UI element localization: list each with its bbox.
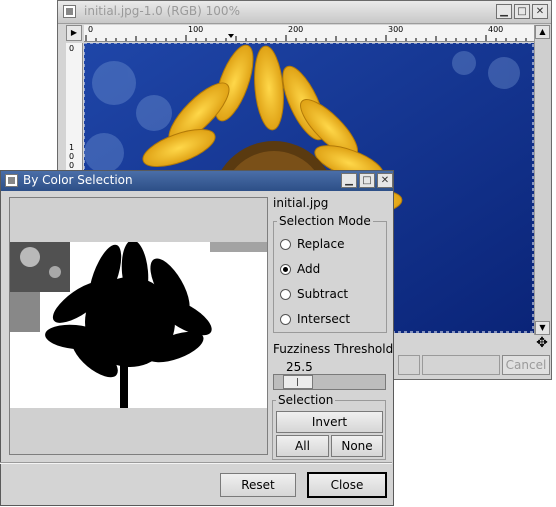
selection-mask-preview bbox=[10, 242, 267, 408]
select-none-button[interactable]: None bbox=[331, 435, 383, 457]
selection-mode-legend: Selection Mode bbox=[277, 214, 373, 228]
reset-button[interactable]: Reset bbox=[220, 473, 296, 497]
select-all-button[interactable]: All bbox=[276, 435, 329, 457]
radio-replace-indicator[interactable] bbox=[280, 239, 291, 250]
dialog-title: By Color Selection bbox=[23, 173, 133, 187]
scroll-down-icon[interactable]: ▼ bbox=[535, 321, 550, 335]
minimize-button[interactable]: ▁ bbox=[341, 173, 357, 188]
ruler-tick-label: 400 bbox=[488, 25, 504, 34]
close-button[interactable]: ✕ bbox=[377, 173, 393, 188]
menu-arrow-button[interactable]: ▶ bbox=[66, 25, 82, 41]
radio-subtract-label: Subtract bbox=[297, 287, 349, 301]
radio-add-indicator[interactable] bbox=[280, 264, 291, 275]
ruler-tick-label: 0 bbox=[88, 25, 94, 34]
minimize-button[interactable]: ▁ bbox=[496, 4, 512, 19]
ruler-tick-label: 200 bbox=[288, 25, 304, 34]
ruler-tick-label: 0 bbox=[69, 161, 75, 170]
vertical-scrollbar[interactable]: ▲ ▼ bbox=[534, 25, 551, 335]
close-dialog-button[interactable]: Close bbox=[307, 472, 387, 498]
radio-subtract-indicator[interactable] bbox=[280, 289, 291, 300]
horizontal-ruler: 0 100 200 300 400 bbox=[84, 25, 534, 42]
radio-intersect-label: Intersect bbox=[297, 312, 351, 326]
ruler-tick-label: 300 bbox=[388, 25, 404, 34]
radio-replace-label: Replace bbox=[297, 237, 345, 251]
radio-replace[interactable]: Replace bbox=[280, 237, 380, 253]
image-name: initial.jpg bbox=[273, 196, 329, 210]
dialog-separator bbox=[0, 462, 392, 464]
ruler-tick-label: 0 bbox=[69, 44, 75, 53]
ruler-ticks bbox=[85, 34, 527, 41]
maximize-button[interactable]: □ bbox=[514, 4, 530, 19]
fuzziness-slider-thumb[interactable] bbox=[282, 375, 313, 389]
close-button[interactable]: ✕ bbox=[532, 4, 548, 19]
status-field bbox=[422, 355, 500, 375]
scroll-up-icon[interactable]: ▲ bbox=[535, 25, 550, 39]
navigate-icon[interactable]: ✥ bbox=[534, 335, 550, 351]
selection-preview[interactable] bbox=[9, 197, 268, 455]
cancel-button[interactable]: Cancel bbox=[502, 355, 550, 375]
ruler-tick-label: 0 bbox=[69, 152, 75, 161]
invert-button[interactable]: Invert bbox=[276, 411, 383, 433]
radio-subtract[interactable]: Subtract bbox=[280, 287, 380, 303]
radio-intersect-indicator[interactable] bbox=[280, 314, 291, 325]
mask-image bbox=[10, 242, 267, 408]
image-window-title: initial.jpg-1.0 (RGB) 100% bbox=[84, 4, 240, 18]
window-menu-icon[interactable] bbox=[63, 5, 76, 18]
radio-intersect[interactable]: Intersect bbox=[280, 312, 380, 328]
dialog-titlebar[interactable]: By Color Selection ▁ □ ✕ bbox=[1, 171, 393, 191]
window-menu-icon[interactable] bbox=[5, 174, 18, 187]
fuzziness-label: Fuzziness Threshold bbox=[273, 342, 394, 356]
radio-add[interactable]: Add bbox=[280, 262, 380, 278]
fuzziness-value: 25.5 bbox=[286, 360, 313, 374]
radio-add-label: Add bbox=[297, 262, 321, 276]
ruler-tick-label: 1 bbox=[69, 143, 75, 152]
ruler-tick-label: 100 bbox=[188, 25, 204, 34]
image-window-titlebar[interactable]: initial.jpg-1.0 (RGB) 100% ▁ □ ✕ bbox=[58, 1, 551, 24]
ruler-pointer-icon bbox=[228, 34, 234, 38]
selection-legend: Selection bbox=[276, 393, 336, 407]
maximize-button[interactable]: □ bbox=[359, 173, 375, 188]
status-field bbox=[398, 355, 420, 375]
